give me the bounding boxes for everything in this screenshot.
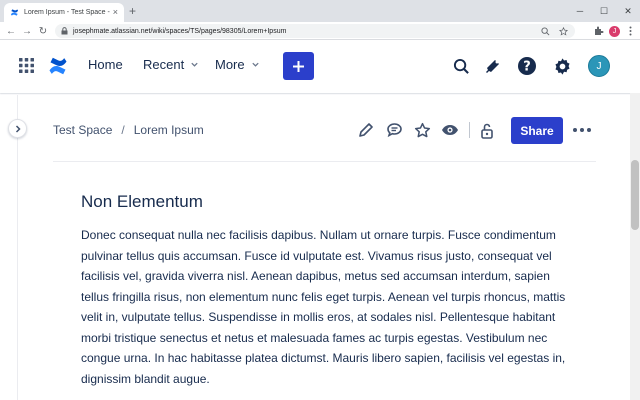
browser-tab[interactable]: Lorem Ipsum - Test Space - Conf ×: [4, 3, 124, 22]
header-divider: [53, 161, 596, 162]
window-controls: ─ ☐ ✕: [568, 0, 640, 22]
chevron-right-icon: [15, 124, 21, 133]
bookmark-star-icon[interactable]: [557, 25, 569, 37]
confluence-logo-icon[interactable]: [48, 56, 68, 76]
nav-more-label: More: [215, 57, 245, 72]
more-icon[interactable]: [572, 121, 592, 139]
grid-icon[interactable]: [19, 58, 34, 73]
page-content: Non Elementum Donec consequat nulla nec …: [81, 192, 571, 389]
chevron-down-icon: [251, 60, 260, 69]
search-icon[interactable]: [450, 55, 472, 77]
nav-home-label: Home: [88, 57, 123, 72]
extensions-icon[interactable]: [593, 25, 605, 37]
help-icon[interactable]: ?: [516, 55, 538, 77]
confluence-favicon-icon: [10, 8, 19, 17]
expand-sidebar-button[interactable]: [8, 119, 27, 138]
svg-text:?: ?: [523, 60, 531, 75]
browser-profile-avatar[interactable]: J: [609, 25, 620, 37]
unlock-icon[interactable]: [476, 119, 498, 141]
lock-icon: [61, 27, 68, 35]
chevron-down-icon: [190, 60, 199, 69]
sidebar-edge: [17, 95, 18, 400]
eye-icon[interactable]: [439, 119, 461, 141]
browser-tabstrip: Lorem Ipsum - Test Space - Conf × + ─ ☐ …: [0, 0, 640, 22]
back-icon[interactable]: ←: [4, 24, 18, 38]
browser-menu-icon[interactable]: [624, 25, 636, 37]
url-text: josephmate.atlassian.net/wiki/spaces/TS/…: [73, 27, 287, 35]
create-button[interactable]: [283, 52, 314, 80]
plus-icon: [293, 60, 304, 72]
actions-divider: [469, 122, 470, 138]
star-icon[interactable]: [411, 119, 433, 141]
pencil-icon[interactable]: [355, 119, 377, 141]
minimize-icon[interactable]: ─: [568, 0, 592, 22]
breadcrumb-page-link[interactable]: Lorem Ipsum: [134, 123, 204, 137]
user-avatar[interactable]: J: [588, 55, 610, 77]
comment-icon[interactable]: [383, 119, 405, 141]
page-scrollbar[interactable]: [630, 93, 640, 400]
address-bar[interactable]: josephmate.atlassian.net/wiki/spaces/TS/…: [55, 24, 575, 38]
content-paragraph: Donec consequat nulla nec facilisis dapi…: [81, 228, 566, 386]
maximize-icon[interactable]: ☐: [592, 0, 616, 22]
scrollbar-thumb[interactable]: [631, 160, 639, 230]
close-window-icon[interactable]: ✕: [616, 0, 640, 22]
nav-recent-label: Recent: [143, 57, 185, 72]
tab-title: Lorem Ipsum - Test Space - Conf: [24, 9, 110, 16]
tab-close-icon[interactable]: ×: [113, 8, 118, 17]
nav-home[interactable]: Home: [88, 57, 123, 72]
nav-recent[interactable]: Recent: [143, 57, 199, 72]
nav-more[interactable]: More: [215, 57, 260, 72]
share-button[interactable]: Share: [511, 117, 563, 144]
breadcrumb-separator: /: [121, 123, 125, 137]
new-tab-icon[interactable]: +: [129, 4, 136, 18]
page-heading: Non Elementum: [81, 192, 203, 211]
megaphone-icon[interactable]: [482, 55, 504, 77]
reload-icon[interactable]: ↻: [36, 24, 50, 38]
breadcrumb-space-link[interactable]: Test Space: [53, 123, 112, 137]
app-header: Home Recent More ?: [0, 40, 640, 93]
browser-toolbar: ← → ↻ josephmate.atlassian.net/wiki/spac…: [0, 22, 640, 40]
breadcrumb: Test Space / Lorem Ipsum: [53, 123, 204, 137]
gear-icon[interactable]: [551, 55, 573, 77]
zoom-icon[interactable]: [539, 25, 551, 37]
page-actions: [355, 117, 504, 143]
forward-icon[interactable]: →: [20, 24, 34, 38]
